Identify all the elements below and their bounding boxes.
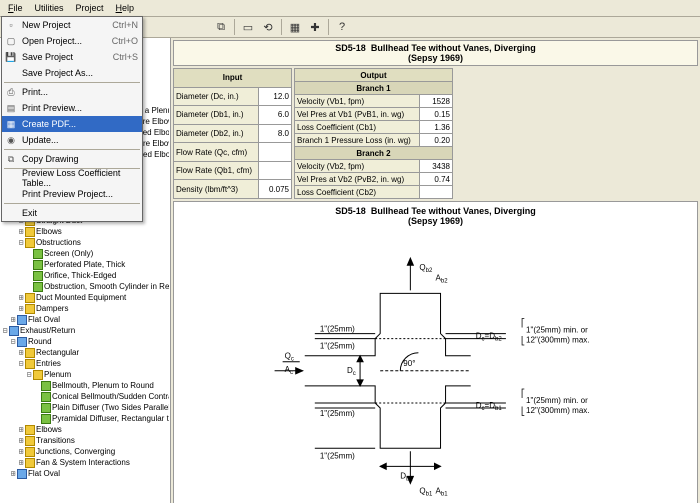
drawing-panel: SD5-18 Bullhead Tee without Vanes, Diver… <box>173 201 698 503</box>
input-db2[interactable]: 8.0 <box>259 124 292 143</box>
svg-text:Dc: Dc <box>347 366 356 377</box>
menu-print[interactable]: ⎙Print... <box>2 84 142 100</box>
open-icon: ▢ <box>5 35 17 47</box>
menu-new-project[interactable]: ▫New ProjectCtrl+N <box>2 17 142 33</box>
tree-item[interactable]: Orifice, Thick-Edged <box>1 270 169 281</box>
svg-text:1"(25mm) min. or: 1"(25mm) min. or <box>526 326 588 335</box>
file-dropdown: ▫New ProjectCtrl+N ▢Open Project...Ctrl+… <box>1 16 143 222</box>
save-icon: 💾 <box>5 51 17 63</box>
svg-text:1"(25mm): 1"(25mm) <box>320 325 355 334</box>
out-cb1: 1.36 <box>420 121 453 134</box>
io-tables: Input Diameter (Dc, in.)12.0 Diameter (D… <box>173 68 698 199</box>
tree-item[interactable]: ⊞Flat Oval <box>1 314 169 325</box>
tree-item[interactable]: ⊞Fan & System Interactions <box>1 457 169 468</box>
menu-exit[interactable]: Exit <box>2 205 142 221</box>
svg-text:1"(25mm): 1"(25mm) <box>320 451 355 460</box>
tree-item[interactable]: ⊞Duct Mounted Equipment <box>1 292 169 303</box>
menu-file[interactable]: File <box>2 1 29 15</box>
tool-c[interactable]: ▦ <box>285 17 305 37</box>
out-cb2 <box>420 186 453 199</box>
tree-item[interactable]: ⊞Elbows <box>1 424 169 435</box>
svg-text:12"(300mm) max.: 12"(300mm) max. <box>526 336 590 345</box>
tool-help[interactable]: ? <box>332 17 352 37</box>
output-table: Output Branch 1 Velocity (Vb1, fpm)1528 … <box>294 68 453 199</box>
tool-a[interactable]: ▭ <box>238 17 258 37</box>
tree-item[interactable]: Bellmouth, Plenum to Round <box>1 380 169 391</box>
menu-bar: File Utilities Project Help <box>0 0 700 17</box>
svg-text:Qb1: Qb1 <box>419 487 433 498</box>
svg-text:⎣: ⎣ <box>521 336 525 346</box>
tree-item[interactable]: ⊟Round <box>1 336 169 347</box>
drawing-title: SD5-18 Bullhead Tee without Vanes, Diver… <box>174 202 697 230</box>
tree-item[interactable]: Plain Diffuser (Two Sides Parallel), Rec… <box>1 402 169 413</box>
tree-item[interactable]: ⊞Rectangular <box>1 347 169 358</box>
svg-text:Ac: Ac <box>285 365 293 376</box>
menu-create-pdf[interactable]: ▦Create PDF... <box>2 116 142 132</box>
svg-text:1"(25mm): 1"(25mm) <box>320 342 355 351</box>
svg-text:⎡: ⎡ <box>521 318 525 329</box>
pdf-icon: ▦ <box>5 118 17 130</box>
input-table: Input Diameter (Dc, in.)12.0 Diameter (D… <box>173 68 292 199</box>
svg-text:Qc: Qc <box>285 352 294 363</box>
tree-item[interactable]: ⊟Plenum <box>1 369 169 380</box>
svg-text:Ab2: Ab2 <box>436 273 449 284</box>
tree-item[interactable]: ⊟Obstructions <box>1 237 169 248</box>
tree-item[interactable]: Obstruction, Smooth Cylinder in Rectangu… <box>1 281 169 292</box>
update-icon: ◉ <box>5 134 17 146</box>
out-dp1: 0.20 <box>420 134 453 147</box>
menu-update[interactable]: ◉Update... <box>2 132 142 148</box>
content-panel: SD5-18 Bullhead Tee without Vanes, Diver… <box>171 38 700 503</box>
menu-project[interactable]: Project <box>70 1 110 15</box>
tree-item[interactable]: ⊟Exhaust/Return <box>1 325 169 336</box>
svg-text:90°: 90° <box>403 359 415 368</box>
out-vb2: 3438 <box>420 160 453 173</box>
menu-utilities[interactable]: Utilities <box>29 1 70 15</box>
svg-text:⎡: ⎡ <box>521 388 525 399</box>
svg-text:12"(300mm) max.: 12"(300mm) max. <box>526 406 590 415</box>
svg-text:Ab1: Ab1 <box>436 487 449 498</box>
input-qb1[interactable] <box>259 161 292 180</box>
title-area: SD5-18 Bullhead Tee without Vanes, Diver… <box>173 40 698 66</box>
preview-icon: ▤ <box>5 102 17 114</box>
menu-preview-project[interactable]: Print Preview Project... <box>2 186 142 202</box>
tree-item[interactable]: ⊟Entries <box>1 358 169 369</box>
tree-item[interactable]: Perforated Plate, Thick <box>1 259 169 270</box>
menu-save-project[interactable]: 💾Save ProjectCtrl+S <box>2 49 142 65</box>
menu-help[interactable]: Help <box>110 1 141 15</box>
svg-text:1"(25mm) min. or: 1"(25mm) min. or <box>526 396 588 405</box>
tree-item[interactable]: ⊞Elbows <box>1 226 169 237</box>
tree-item[interactable]: Screen (Only) <box>1 248 169 259</box>
menu-print-preview[interactable]: ▤Print Preview... <box>2 100 142 116</box>
tree-item[interactable]: ⊞Dampers <box>1 303 169 314</box>
tree-item[interactable]: ⊞Junctions, Converging <box>1 446 169 457</box>
print-icon: ⎙ <box>5 86 17 98</box>
tree-item[interactable]: Pyramidal Diffuser, Rectangular to Plenu… <box>1 413 169 424</box>
svg-text:Db1: Db1 <box>400 471 413 482</box>
menu-save-as[interactable]: Save Project As... <box>2 65 142 81</box>
new-icon: ▫ <box>5 19 17 31</box>
input-db1[interactable]: 6.0 <box>259 106 292 125</box>
svg-text:Qb2: Qb2 <box>419 263 433 274</box>
out-pvb2: 0.74 <box>420 173 453 186</box>
tool-d[interactable]: ✚ <box>305 17 325 37</box>
menu-preview-table[interactable]: Preview Loss Coefficient Table... <box>2 170 142 186</box>
out-pvb1: 0.15 <box>420 108 453 121</box>
svg-text:1"(25mm): 1"(25mm) <box>320 409 355 418</box>
input-density[interactable]: 0.075 <box>259 180 292 199</box>
out-vb1: 1528 <box>420 95 453 108</box>
input-dc[interactable]: 12.0 <box>259 87 292 106</box>
tool-copy[interactable]: ⧉ <box>211 17 231 37</box>
tree-item[interactable]: ⊞Transitions <box>1 435 169 446</box>
menu-open-project[interactable]: ▢Open Project...Ctrl+O <box>2 33 142 49</box>
input-qc[interactable] <box>259 143 292 162</box>
tree-item[interactable]: Conical Bellmouth/Sudden Contraction, Pl… <box>1 391 169 402</box>
copy-icon: ⧉ <box>5 153 17 165</box>
tree-item[interactable]: ⊞Flat Oval <box>1 468 169 479</box>
menu-copy-drawing[interactable]: ⧉Copy Drawing <box>2 151 142 167</box>
tool-b[interactable]: ⟲ <box>258 17 278 37</box>
svg-text:⎣: ⎣ <box>521 406 525 416</box>
tee-diagram: 1"(25mm) 1"(25mm) 1"(25mm) 1"(25mm) 90° … <box>174 230 697 503</box>
